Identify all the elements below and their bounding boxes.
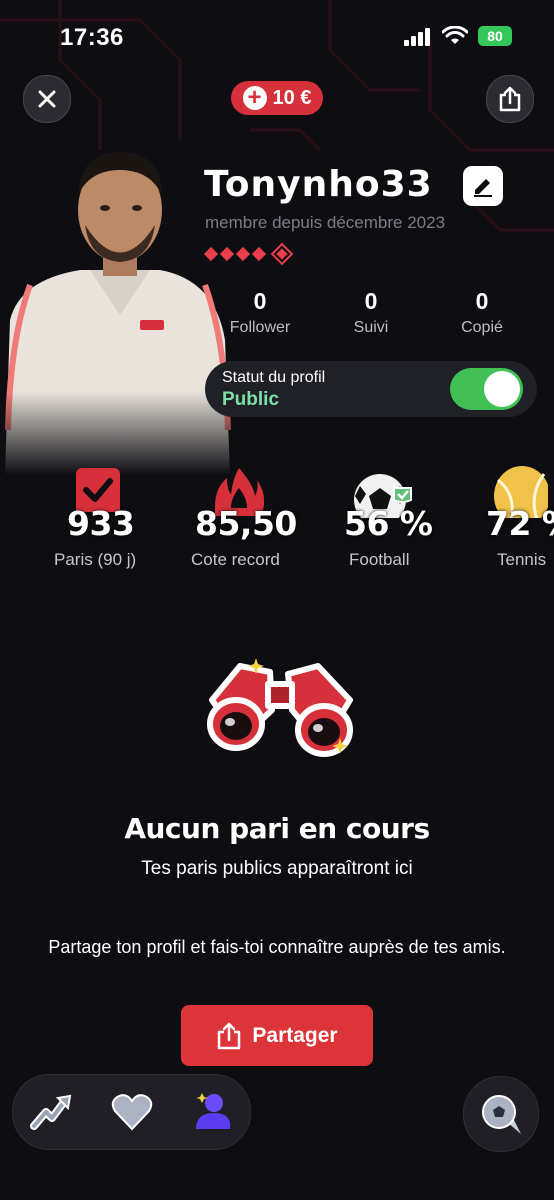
metric-label: Tennis [497, 550, 547, 569]
stat-value: 0 [475, 288, 489, 314]
level-diamond-icon [219, 246, 235, 262]
bottom-navigation [12, 1074, 251, 1150]
status-bar: 17:36 80 [0, 0, 554, 70]
stat-value: 0 [364, 288, 378, 314]
metric-label: Football [349, 550, 410, 569]
metric-bets[interactable]: 933 Paris (90 j) [50, 466, 150, 586]
stat-label: Copié [461, 319, 503, 336]
stat-followers[interactable]: 0 Follower [210, 288, 310, 337]
wifi-icon [442, 26, 468, 44]
sports-fab-button[interactable] [463, 1076, 539, 1152]
level-indicator [203, 242, 294, 266]
heart-icon [111, 1094, 153, 1131]
metric-value: 72 % [486, 504, 554, 543]
edit-profile-button[interactable] [463, 166, 503, 206]
level-diamond-icon [235, 246, 251, 262]
binoculars-icon [207, 658, 353, 757]
profile-status-card: Statut du profil Public [205, 361, 537, 417]
battery-indicator: 80 [478, 26, 512, 46]
stat-following[interactable]: 0 Suivi [321, 288, 421, 337]
empty-state-subtitle: Tes paris publics apparaîtront ici [141, 858, 413, 879]
ball-rocket-icon [482, 1095, 521, 1134]
stat-copied[interactable]: 0 Copié [432, 288, 532, 337]
level-diamond-icon [203, 246, 219, 262]
cellular-signal-icon [404, 28, 430, 46]
metric-value: 933 [67, 504, 135, 543]
username: Tonynho33 [204, 164, 433, 205]
metric-value: 85,50 [195, 504, 297, 543]
metric-label: Cote record [191, 550, 280, 569]
stat-label: Follower [229, 319, 291, 336]
balance-amount: 10 € [272, 86, 312, 109]
level-diamond-current-icon [270, 242, 294, 266]
nav-item-trending[interactable] [29, 1089, 75, 1135]
member-since: membre depuis décembre 2023 [205, 213, 446, 232]
profile-icon [196, 1093, 231, 1129]
metric-tennis[interactable]: 72 % Tennis [482, 466, 554, 586]
level-diamond-icon [251, 246, 267, 262]
share-icon [499, 86, 521, 112]
close-icon [38, 90, 56, 108]
status-time: 17:36 [60, 24, 124, 51]
nav-item-favorites[interactable] [109, 1089, 155, 1135]
stat-label: Suivi [353, 319, 389, 336]
profile-status-value: Public [222, 389, 280, 410]
share-button[interactable]: Partager [181, 1005, 373, 1066]
metric-football[interactable]: 56 % Football [336, 466, 436, 586]
profile-public-toggle[interactable] [450, 368, 523, 410]
stat-value: 0 [253, 288, 267, 314]
plus-icon: + [242, 86, 267, 110]
metric-record-odds[interactable]: 85,50 Cote record [186, 466, 297, 586]
share-button-label: Partager [252, 1023, 338, 1047]
nav-item-profile[interactable] [189, 1089, 235, 1135]
trending-icon [30, 1094, 72, 1130]
share-profile-button[interactable] [486, 75, 534, 123]
balance-badge[interactable]: + 10 € [231, 81, 323, 115]
pencil-icon [474, 179, 492, 197]
share-invitation-text: Partage ton profil et fais-toi connaître… [48, 937, 506, 957]
metric-label: Paris (90 j) [54, 550, 137, 569]
profile-status-label: Statut du profil [222, 369, 326, 386]
metric-value: 56 % [344, 504, 433, 543]
close-button[interactable] [23, 75, 71, 123]
empty-state-title: Aucun pari en cours [124, 812, 430, 845]
share-icon [218, 1022, 241, 1049]
